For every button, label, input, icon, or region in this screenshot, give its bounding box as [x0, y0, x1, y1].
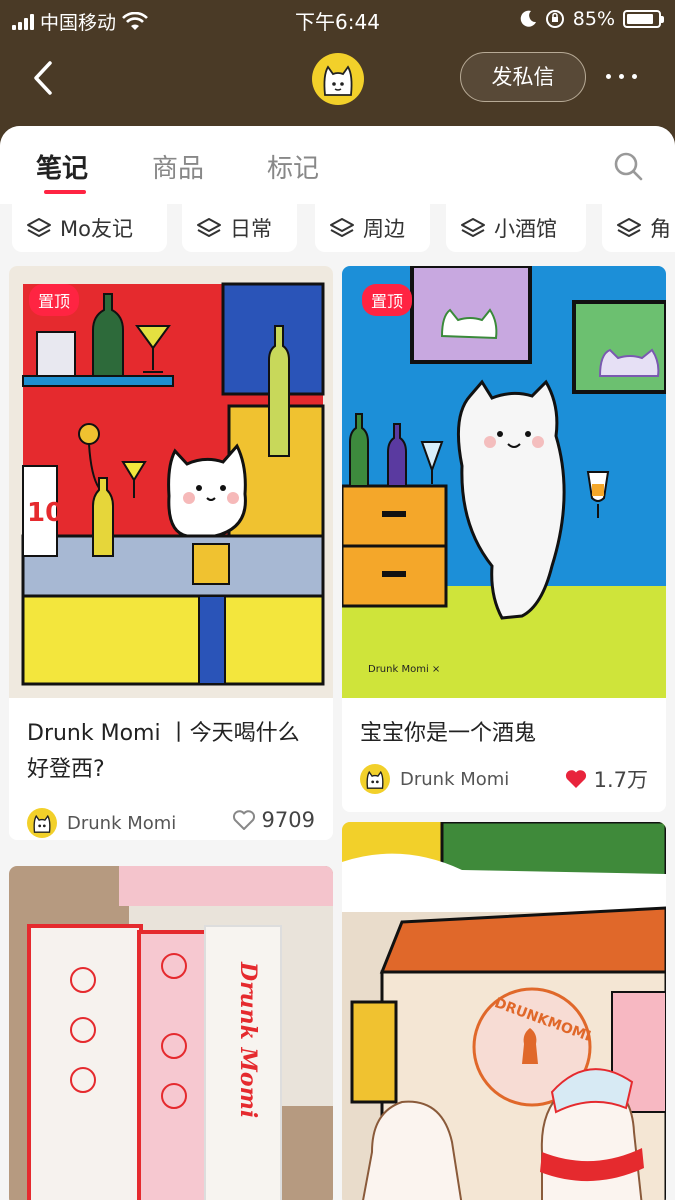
pinned-badge: 置顶 [29, 284, 80, 316]
battery-icon [623, 10, 664, 28]
note-card[interactable]: 10 置顶 Drunk Momi 丨今天喝什么好登西? Drunk Momi 9… [9, 266, 333, 840]
status-bar: 中国移动 下午6:44 85% [0, 0, 675, 40]
note-card[interactable]: DRUNKMOMI [342, 822, 666, 1200]
author-name: Drunk Momi [67, 812, 177, 834]
svg-text:Drunk Momi ×: Drunk Momi × [368, 664, 440, 675]
collection-chip-mo[interactable]: Mo友记 [12, 204, 167, 252]
cat-avatar-icon [323, 65, 353, 96]
svg-text:Drunk Momi: Drunk Momi [235, 961, 261, 1118]
note-cover-image: Drunk Momi [9, 866, 333, 1200]
collection-chip-corner[interactable]: 角 [602, 204, 675, 252]
tab-products[interactable]: 商品 [152, 148, 204, 185]
note-cover-image: 10 置顶 [9, 266, 333, 698]
like-button[interactable]: 9709 [232, 808, 315, 832]
nav-bar: 发私信 [0, 44, 675, 114]
active-tab-indicator [44, 190, 86, 194]
pinned-badge: 置顶 [362, 284, 413, 316]
svg-text:10: 10 [27, 498, 63, 528]
layers-icon [461, 218, 485, 237]
like-count: 1.7万 [593, 768, 648, 792]
note-card[interactable]: Drunk Momi × 置顶 宝宝你是一个酒鬼 Drunk Momi 1.7万 [342, 266, 666, 812]
heart-outline-icon [232, 810, 255, 830]
author-avatar [360, 764, 390, 794]
layers-icon [197, 218, 221, 237]
tab-notes[interactable]: 笔记 [36, 148, 88, 185]
collection-chip-daily[interactable]: 日常 [182, 204, 297, 252]
tab-bar: 笔记 商品 标记 [0, 126, 675, 204]
more-options-icon[interactable] [606, 74, 637, 79]
avatar[interactable] [312, 53, 364, 105]
note-author[interactable]: Drunk Momi [27, 808, 176, 838]
battery-percent: 85% [572, 8, 615, 30]
layers-icon [617, 218, 641, 237]
heart-filled-icon [565, 770, 586, 788]
like-button[interactable]: 1.7万 [564, 764, 648, 794]
note-author[interactable]: Drunk Momi [360, 764, 509, 794]
note-cover-image: Drunk Momi × 置顶 [342, 266, 666, 698]
send-message-button[interactable]: 发私信 [460, 52, 586, 102]
moon-icon [520, 10, 536, 27]
note-title: Drunk Momi 丨今天喝什么好登西? [27, 721, 300, 782]
collection-chip-bar[interactable]: 小酒馆 [446, 204, 586, 252]
note-card[interactable]: Drunk Momi [9, 866, 333, 1200]
rotation-lock-icon [545, 10, 564, 28]
author-avatar [27, 808, 57, 838]
collection-chip-merch[interactable]: 周边 [315, 204, 430, 252]
layers-icon [27, 218, 51, 237]
layers-icon [330, 218, 354, 237]
back-arrow-icon[interactable] [28, 60, 60, 96]
search-icon[interactable] [612, 150, 644, 182]
author-name: Drunk Momi [400, 768, 510, 790]
note-title: 宝宝你是一个酒鬼 [360, 721, 537, 746]
note-cover-image: DRUNKMOMI [342, 822, 666, 1200]
like-count: 9709 [261, 808, 315, 832]
tab-marks[interactable]: 标记 [267, 148, 319, 185]
collection-chips: Mo友记 日常 周边 小酒馆 角 [0, 204, 675, 256]
